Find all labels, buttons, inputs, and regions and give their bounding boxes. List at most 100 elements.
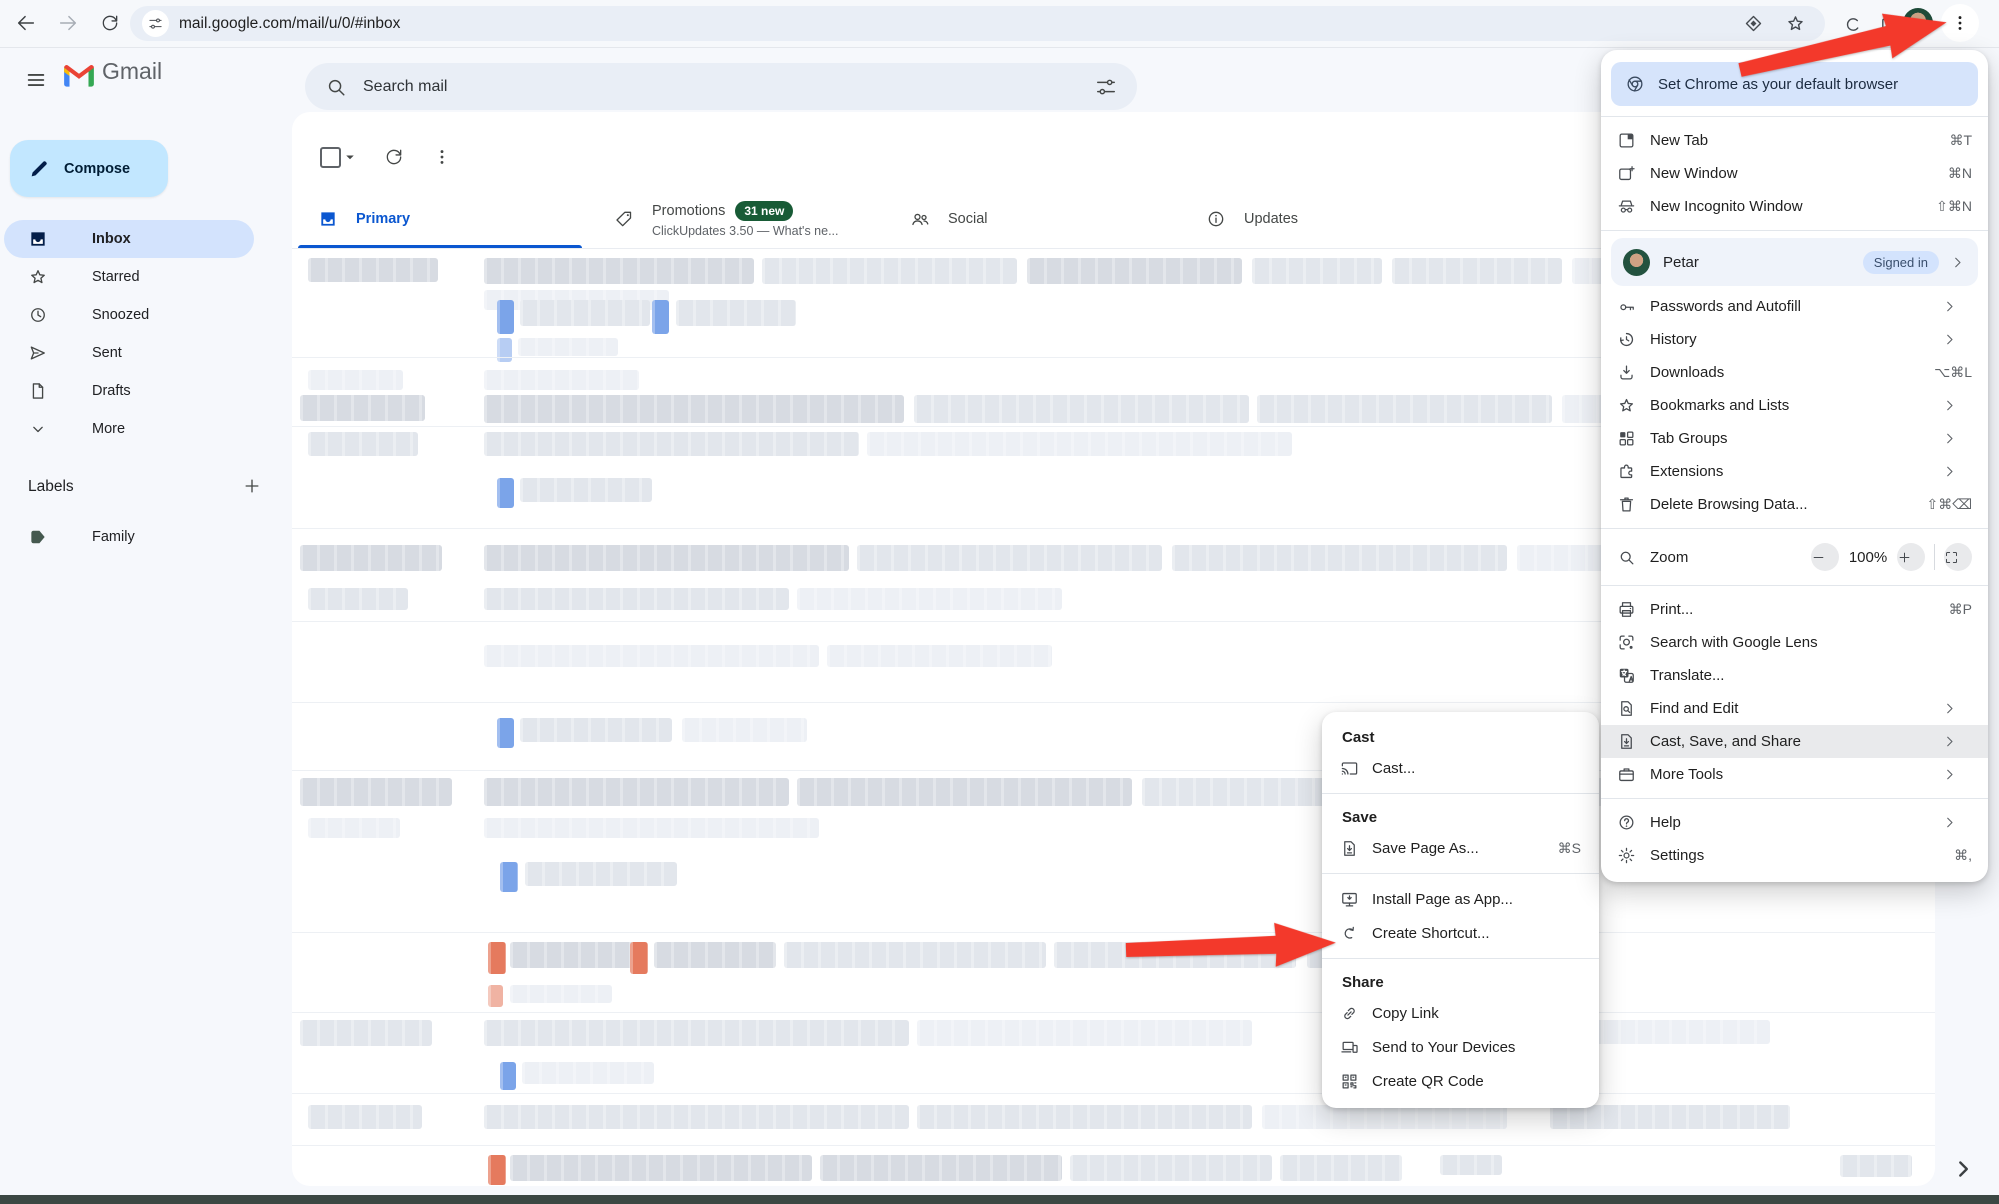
people-icon xyxy=(910,209,930,229)
menu-item-extensions[interactable]: Extensions xyxy=(1601,455,1988,488)
menu-item-downloads[interactable]: Downloads⌥⌘L xyxy=(1601,356,1988,389)
create-label-button[interactable] xyxy=(238,472,266,500)
star-icon xyxy=(28,267,48,287)
side-panel-chevron-icon[interactable] xyxy=(1950,1156,1976,1182)
install-icon xyxy=(1340,890,1359,909)
menu-item-tab-groups[interactable]: Tab Groups xyxy=(1601,422,1988,455)
sidebar-item-drafts[interactable]: Drafts xyxy=(4,372,254,410)
gmail-search-bar[interactable]: Search mail xyxy=(305,63,1137,110)
labeltag-icon xyxy=(28,527,48,547)
help-icon xyxy=(1617,813,1636,832)
redacted-block xyxy=(682,718,807,742)
qr-icon xyxy=(1340,1072,1359,1091)
sidebar-item-inbox[interactable]: Inbox xyxy=(4,220,254,258)
back-button[interactable] xyxy=(12,9,40,37)
address-bar[interactable]: mail.google.com/mail/u/0/#inbox xyxy=(130,6,1825,41)
menu-item-settings[interactable]: Settings⌘, xyxy=(1601,839,1988,872)
zoom-in-button[interactable] xyxy=(1897,543,1925,571)
redacted-block xyxy=(484,545,849,571)
menu-item-help[interactable]: Help xyxy=(1601,806,1988,839)
menu-shortcut: ⌘P xyxy=(1949,601,1972,618)
chevright-icon xyxy=(1941,298,1958,315)
fullscreen-button[interactable] xyxy=(1944,543,1972,571)
menu-item-profile[interactable]: PetarSigned in xyxy=(1611,238,1978,286)
menu-item-history[interactable]: History xyxy=(1601,323,1988,356)
menu-item-find-and-edit[interactable]: Find and Edit xyxy=(1601,692,1988,725)
menu-item-bookmarks-and-lists[interactable]: Bookmarks and Lists xyxy=(1601,389,1988,422)
redacted-block xyxy=(300,395,425,421)
submenu-divider xyxy=(1322,793,1599,794)
row-divider xyxy=(292,1012,1935,1013)
sidebar-item-label: Inbox xyxy=(92,231,131,247)
menu-item-translate[interactable]: Translate... xyxy=(1601,659,1988,692)
redacted-block xyxy=(484,645,819,667)
menu-item-delete-browsing-data[interactable]: Delete Browsing Data...⇧⌘⌫ xyxy=(1601,488,1988,521)
submenu-item-label: Cast... xyxy=(1372,760,1415,777)
menu-shortcut: ⌘N xyxy=(1948,165,1972,182)
tab-updates[interactable]: Updates xyxy=(1180,190,1476,248)
trash-icon xyxy=(1617,495,1636,514)
submenu-item-label: Install Page as App... xyxy=(1372,891,1513,908)
refresh-button[interactable] xyxy=(384,142,404,172)
search-options-icon[interactable] xyxy=(1095,76,1117,98)
sidebar-label-family[interactable]: Family xyxy=(4,518,254,556)
menu-item-label: New Tab xyxy=(1650,132,1708,149)
submenu-item-cast[interactable]: Cast... xyxy=(1322,751,1599,785)
menu-item-passwords-and-autofill[interactable]: Passwords and Autofill xyxy=(1601,290,1988,323)
submenu-item-send-to-your-devices[interactable]: Send to Your Devices xyxy=(1322,1030,1599,1064)
submenu-item-install-page-as-app[interactable]: Install Page as App... xyxy=(1322,882,1599,916)
redacted-block xyxy=(308,818,400,838)
sidebar-item-more[interactable]: More xyxy=(4,410,254,448)
menu-item-label: Delete Browsing Data... xyxy=(1650,496,1808,513)
menu-item-new-window[interactable]: New Window⌘N xyxy=(1601,157,1988,190)
tab-social[interactable]: Social xyxy=(884,190,1180,248)
sidebar-item-snoozed[interactable]: Snoozed xyxy=(4,296,254,334)
redacted-block xyxy=(762,258,1017,284)
download-icon xyxy=(1617,363,1636,382)
cast-save-share-submenu: CastCast...SaveSave Page As...⌘SInstall … xyxy=(1322,712,1599,1108)
search-input[interactable]: Search mail xyxy=(363,78,1095,96)
url-text[interactable]: mail.google.com/mail/u/0/#inbox xyxy=(179,15,1723,33)
chrome-menu: Set Chrome as your default browserNew Ta… xyxy=(1601,50,1988,882)
tab-label: Primary xyxy=(356,211,410,227)
redacted-block xyxy=(510,942,640,968)
newtab-icon xyxy=(1617,131,1636,150)
compose-button[interactable]: Compose xyxy=(10,140,168,197)
menu-item-label: History xyxy=(1650,331,1697,348)
checkbox-caret-icon[interactable] xyxy=(341,148,359,166)
reload-button[interactable] xyxy=(96,9,124,37)
gmail-main-menu-button[interactable] xyxy=(14,58,58,102)
zoom-separator xyxy=(1934,544,1935,570)
redacted-block xyxy=(520,718,672,742)
submenu-item-create-shortcut[interactable]: Create Shortcut... xyxy=(1322,916,1599,950)
search-icon xyxy=(325,76,347,98)
list-more-button[interactable] xyxy=(432,142,452,172)
submenu-header-share: Share xyxy=(1322,967,1599,996)
chevright-icon xyxy=(1941,430,1958,447)
menu-item-print[interactable]: Print...⌘P xyxy=(1601,593,1988,626)
clock-icon xyxy=(28,305,48,325)
submenu-item-create-qr-code[interactable]: Create QR Code xyxy=(1322,1064,1599,1098)
zoom-out-button[interactable] xyxy=(1811,543,1839,571)
lens-button[interactable] xyxy=(1741,12,1765,36)
menu-item-more-tools[interactable]: More Tools xyxy=(1601,758,1988,791)
forward-button[interactable] xyxy=(54,9,82,37)
menu-item-search-with-google-lens[interactable]: Search with Google Lens xyxy=(1601,626,1988,659)
menu-item-new-tab[interactable]: New Tab⌘T xyxy=(1601,124,1988,157)
menu-item-label: More Tools xyxy=(1650,766,1723,783)
tabgroups-icon xyxy=(1617,429,1636,448)
site-settings-button[interactable] xyxy=(142,10,169,37)
tab-primary[interactable]: Primary xyxy=(292,190,588,248)
redacted-block xyxy=(308,258,438,282)
tab-promotions[interactable]: Promotions31 newClickUpdates 3.50 — What… xyxy=(588,190,884,248)
submenu-item-label: Copy Link xyxy=(1372,1005,1439,1022)
sidebar-item-sent[interactable]: Sent xyxy=(4,334,254,372)
extensions-icon xyxy=(1617,462,1636,481)
submenu-item-copy-link[interactable]: Copy Link xyxy=(1322,996,1599,1030)
menu-item-cast-save-and-share[interactable]: Cast, Save, and Share xyxy=(1601,725,1988,758)
sidebar-item-starred[interactable]: Starred xyxy=(4,258,254,296)
select-all-checkbox[interactable] xyxy=(320,142,359,172)
menu-item-new-incognito-window[interactable]: New Incognito Window⇧⌘N xyxy=(1601,190,1988,223)
submenu-item-save-page-as[interactable]: Save Page As...⌘S xyxy=(1322,831,1599,865)
redacted-block xyxy=(1550,1105,1790,1129)
